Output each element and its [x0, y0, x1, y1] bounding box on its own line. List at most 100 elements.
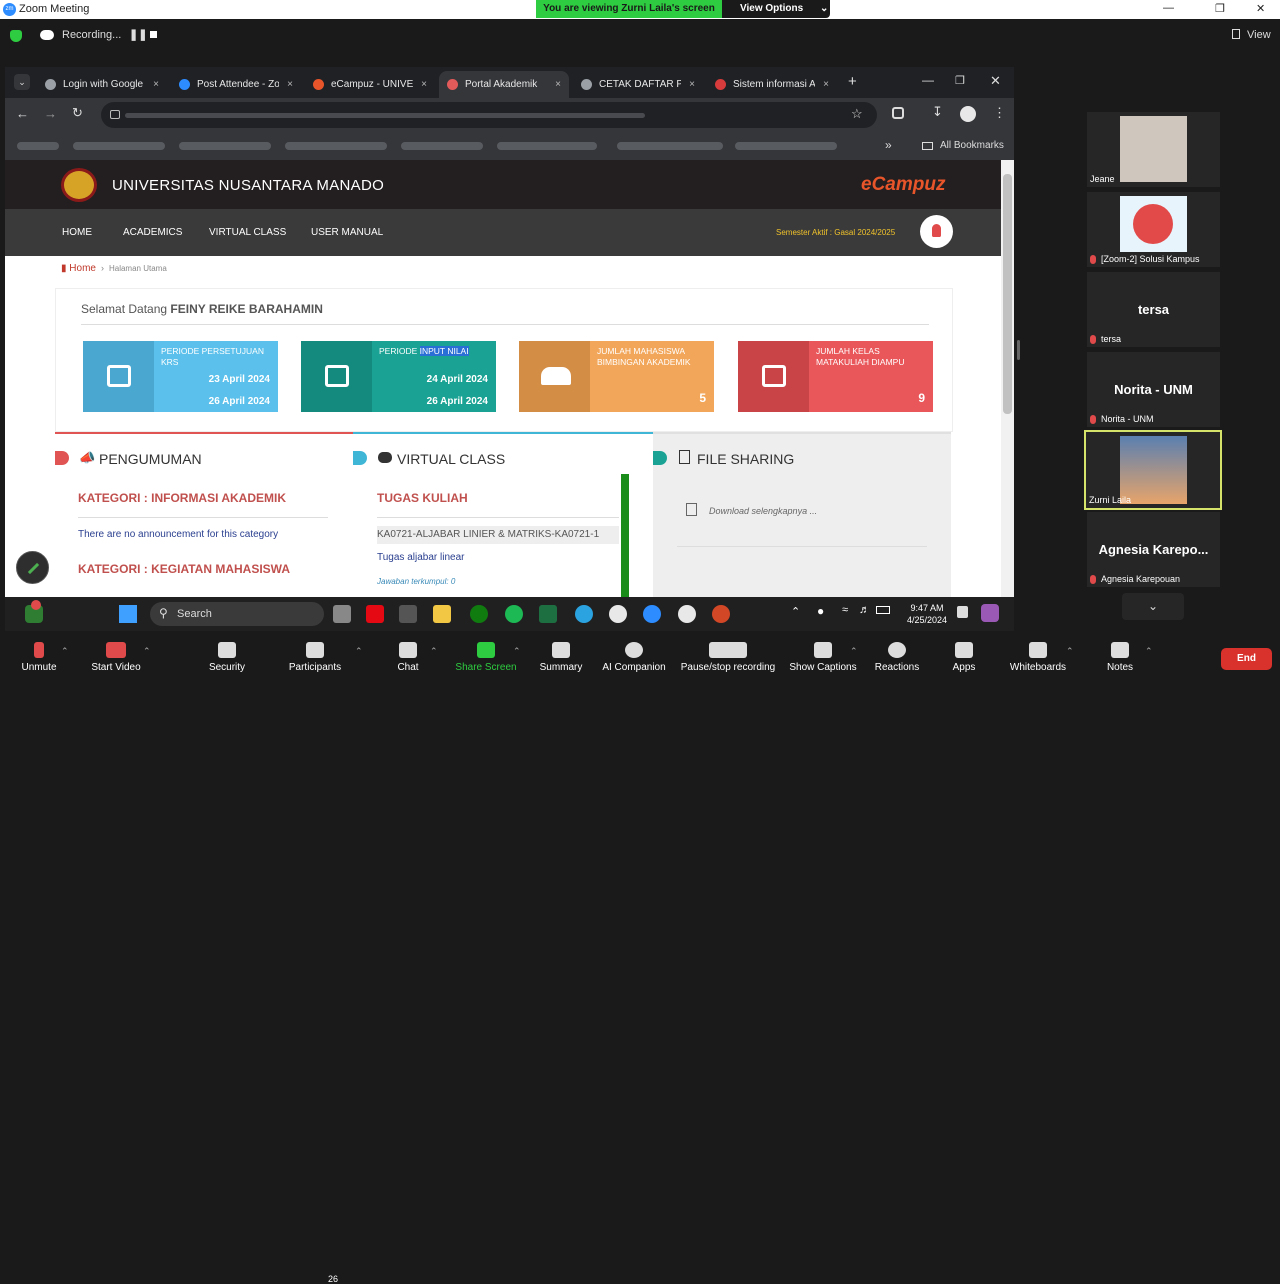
card-students-count[interactable]: JUMLAH MAHASISWA BIMBINGAN AKADEMIK 5	[519, 341, 714, 412]
pause-stop-recording-button[interactable]: Pause/stop recording	[676, 631, 780, 679]
chrome-icon[interactable]	[609, 605, 627, 623]
xbox-icon[interactable]	[470, 605, 488, 623]
scroll-down-chevron-icon[interactable]: ⌄	[1122, 593, 1184, 620]
notes-button[interactable]: Notes	[1103, 631, 1137, 679]
wifi-icon[interactable]: ≈	[842, 604, 848, 616]
browser-menu-icon[interactable]: ⋮	[993, 105, 1006, 121]
tab-close-icon[interactable]: ×	[823, 71, 829, 98]
share-options-chevron[interactable]: ⌃	[513, 646, 521, 657]
bookmark-item[interactable]	[73, 142, 165, 150]
stop-recording-icon[interactable]	[150, 31, 157, 38]
forward-icon[interactable]: →	[44, 106, 57, 121]
browser-restore-icon[interactable]: ❐	[955, 74, 965, 87]
tab-close-icon[interactable]: ×	[555, 71, 561, 98]
taskbar-search[interactable]: ⚲ Search	[150, 602, 324, 626]
netflix-icon[interactable]	[366, 605, 384, 623]
view-button[interactable]: View	[1247, 29, 1271, 41]
annotate-pencil-button[interactable]	[16, 551, 49, 584]
bookmark-item[interactable]	[179, 142, 271, 150]
browser-tab[interactable]: Post Attendee - Zoom ×	[171, 71, 301, 98]
card-input-nilai-period[interactable]: PERIODE INPUT NILAI 24 April 2024 26 Apr…	[301, 341, 496, 412]
bookmark-item[interactable]	[17, 142, 59, 150]
bookmark-item[interactable]	[617, 142, 723, 150]
new-tab-icon[interactable]: +	[848, 73, 857, 90]
all-bookmarks[interactable]: All Bookmarks	[940, 140, 1004, 151]
video-tile[interactable]: Jeane	[1087, 112, 1220, 187]
show-captions-button[interactable]: Show Captions	[786, 631, 860, 679]
download-more-link[interactable]: Download selengkapnya ...	[709, 506, 817, 516]
nav-home[interactable]: HOME	[62, 227, 92, 238]
card-classes-count[interactable]: JUMLAH KELAS MATAKULIAH DIAMPU 9	[738, 341, 933, 412]
minimize-icon[interactable]: —	[1163, 2, 1174, 14]
reactions-button[interactable]: Reactions	[872, 631, 922, 679]
app-icon[interactable]	[399, 605, 417, 623]
video-tile[interactable]: [Zoom-2] Solusi Kampus	[1087, 192, 1220, 267]
tab-search-icon[interactable]: ⌄	[14, 74, 30, 90]
video-tile[interactable]: tersa tersa	[1087, 272, 1220, 347]
whiteboards-button[interactable]: Whiteboards	[1006, 631, 1070, 679]
tab-portal-akademik-active[interactable]: Portal Akademik ×	[439, 71, 569, 98]
audio-options-chevron[interactable]: ⌃	[61, 646, 69, 657]
scrollbar-thumb[interactable]	[1003, 174, 1012, 414]
user-avatar[interactable]	[920, 215, 953, 248]
copilot-icon[interactable]	[981, 604, 999, 622]
tab-close-icon[interactable]: ×	[153, 71, 159, 98]
security-button[interactable]: Security	[203, 631, 251, 679]
bookmark-item[interactable]	[401, 142, 483, 150]
windows-start-icon[interactable]	[119, 605, 137, 623]
back-icon[interactable]: ←	[16, 106, 29, 121]
zoom-app-icon[interactable]	[643, 605, 661, 623]
participants-options-chevron[interactable]: ⌃	[355, 646, 363, 657]
share-screen-button[interactable]: Share Screen	[453, 631, 519, 679]
whiteboard-options-chevron[interactable]: ⌃	[1066, 646, 1074, 657]
telegram-icon[interactable]	[575, 605, 593, 623]
chrome-profile-icon[interactable]	[678, 605, 696, 623]
bookmark-item[interactable]	[735, 142, 837, 150]
video-options-chevron[interactable]: ⌃	[143, 646, 151, 657]
browser-minimize-icon[interactable]: —	[922, 73, 934, 87]
ai-companion-button[interactable]: AI Companion	[598, 631, 670, 679]
encryption-shield-icon[interactable]	[10, 30, 22, 42]
excel-icon[interactable]	[539, 605, 557, 623]
panel-resize-handle[interactable]	[1017, 340, 1020, 360]
battery-icon[interactable]	[876, 606, 890, 614]
browser-close-icon[interactable]: ✕	[990, 73, 1001, 89]
unmute-button[interactable]: Unmute	[13, 631, 65, 679]
assignment-link[interactable]: Tugas aljabar linear	[377, 552, 464, 563]
apps-button[interactable]: Apps	[946, 631, 982, 679]
powerpoint-icon[interactable]	[712, 605, 730, 623]
download-icon[interactable]: ↧	[932, 104, 943, 120]
card-krs-period[interactable]: PERIODE PERSETUJUAN KRS 23 April 2024 26…	[83, 341, 278, 412]
video-tile[interactable]: Norita - UNM Norita - UNM	[1087, 352, 1220, 427]
maximize-icon[interactable]: ❐	[1215, 2, 1225, 15]
url-field[interactable]: ☆	[101, 102, 877, 128]
browser-tab[interactable]: CETAK DAFTAR PE ×	[573, 71, 703, 98]
participants-button[interactable]: Participants	[283, 631, 347, 679]
volume-icon[interactable]: ♬	[859, 604, 870, 616]
video-tile-active-speaker[interactable]: Zurni Laila	[1084, 430, 1222, 510]
page-scrollbar[interactable]	[1001, 160, 1014, 597]
start-video-button[interactable]: Start Video	[86, 631, 146, 679]
chat-options-chevron[interactable]: ⌃	[430, 646, 438, 657]
close-icon[interactable]: ✕	[1256, 2, 1265, 15]
taskbar-clock[interactable]: 9:47 AM 4/25/2024	[907, 602, 947, 626]
breadcrumb-home[interactable]: Home	[69, 263, 96, 274]
nav-virtual-class[interactable]: VIRTUAL CLASS	[209, 227, 286, 238]
bookmark-star-icon[interactable]: ☆	[851, 106, 863, 122]
captions-options-chevron[interactable]: ⌃	[850, 646, 858, 657]
profile-avatar[interactable]	[960, 106, 976, 122]
microphone-icon[interactable]: ●	[817, 604, 824, 618]
more-bookmarks-icon[interactable]: »	[885, 138, 892, 152]
browser-tab[interactable]: Login with Google ×	[37, 71, 167, 98]
bookmark-item[interactable]	[497, 142, 597, 150]
nav-academics[interactable]: ACADEMICS	[123, 227, 182, 238]
browser-tab[interactable]: eCampuz - UNIVE ×	[305, 71, 435, 98]
file-explorer-icon[interactable]	[433, 605, 451, 623]
view-options-button[interactable]: View Options ⌄	[722, 0, 830, 18]
extensions-icon[interactable]	[892, 107, 904, 119]
video-tile[interactable]: Agnesia Karepo... Agnesia Karepouan	[1087, 512, 1220, 587]
bookmark-item[interactable]	[285, 142, 387, 150]
summary-button[interactable]: Summary	[535, 631, 587, 679]
chat-button[interactable]: Chat	[388, 631, 428, 679]
pause-recording-icon[interactable]: ❚❚	[129, 28, 147, 41]
